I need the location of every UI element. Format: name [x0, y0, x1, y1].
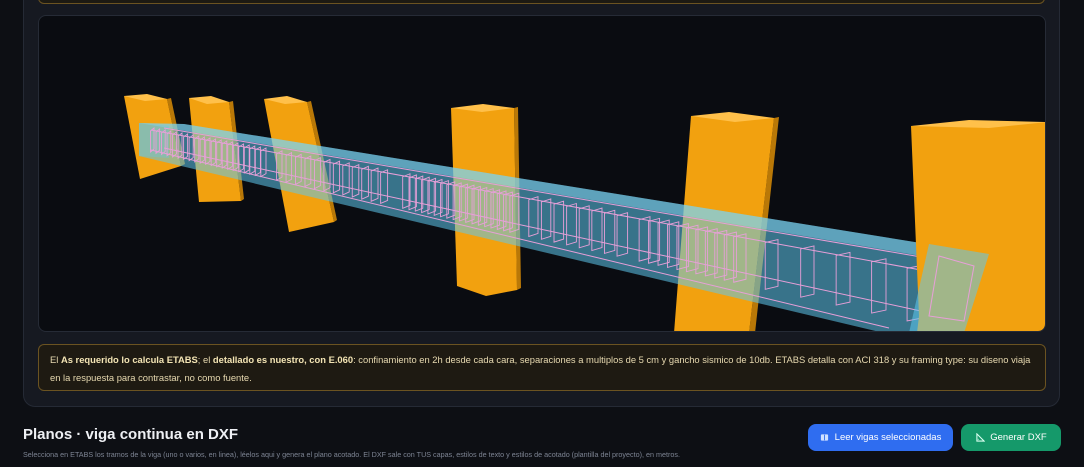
note-text: El	[50, 354, 61, 365]
note-highlight-e060: detallado es nuestro, con E.060	[212, 354, 354, 365]
book-icon	[820, 433, 830, 443]
generate-dxf-button[interactable]: Generar DXF	[961, 424, 1061, 451]
info-note: El As requerido lo calcula ETABS; el det…	[38, 344, 1046, 391]
previous-card-edge	[38, 0, 1045, 4]
read-beams-label: Leer vigas seleccionadas	[834, 432, 942, 443]
generate-dxf-label: Generar DXF	[990, 432, 1047, 443]
note-highlight-etabs: As requerido lo calcula ETABS	[60, 354, 198, 365]
read-beams-button[interactable]: Leer vigas seleccionadas	[808, 424, 953, 451]
section-subtitle: Selecciona en ETABS los tramos de la vig…	[23, 450, 680, 459]
section-title: Planos · viga continua en DXF	[23, 426, 239, 443]
note-text: ; el	[197, 354, 213, 365]
beam-3d-scene[interactable]	[39, 16, 1046, 332]
beam-3d-viewport[interactable]	[38, 15, 1046, 332]
triangle-ruler-icon	[975, 433, 985, 443]
